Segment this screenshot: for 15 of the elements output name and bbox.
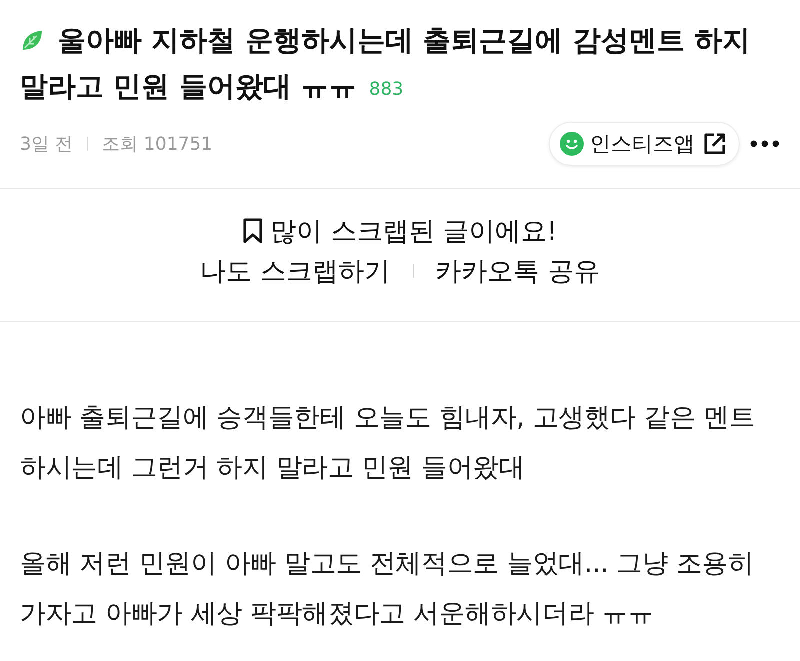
leaf-icon (20, 29, 44, 53)
app-open-button[interactable]: 인스티즈앱 (549, 122, 740, 166)
more-icon[interactable] (750, 140, 780, 148)
share-link[interactable]: 카카오톡 공유 (436, 254, 600, 288)
smiley-icon (560, 132, 584, 156)
post-time: 3일 전 (20, 133, 74, 156)
body-paragraph: 올해 저런 민원이 아빠 말고도 전체적으로 늘었대... 그냥 조용히 가자고 아빠가 세상 팍팍해졌다고 서운해하시더라 ㅠㅠ (20, 548, 755, 631)
post-title: 울아빠 지하철 운행하시는데 출퇴근길에 감성멘트 하지 (58, 23, 751, 59)
external-link-icon (703, 132, 727, 156)
body-paragraph: 아빠 출퇴근길에 승객들한테 오늘도 힘내자, 고생했다 같은 멘트 하시는데 그런거 하지 말라고 민원 들어왔대 (20, 402, 756, 485)
view-count: 조회 101751 (102, 133, 213, 156)
scrap-link[interactable]: 나도 스크랩하기 (200, 254, 390, 288)
bookmark-icon (242, 218, 263, 244)
post-title: 말라고 민원 들어왔대 ㅠㅠ (20, 69, 358, 105)
scrap-notice: 많이 스크랩된 글이에요! (270, 216, 558, 248)
